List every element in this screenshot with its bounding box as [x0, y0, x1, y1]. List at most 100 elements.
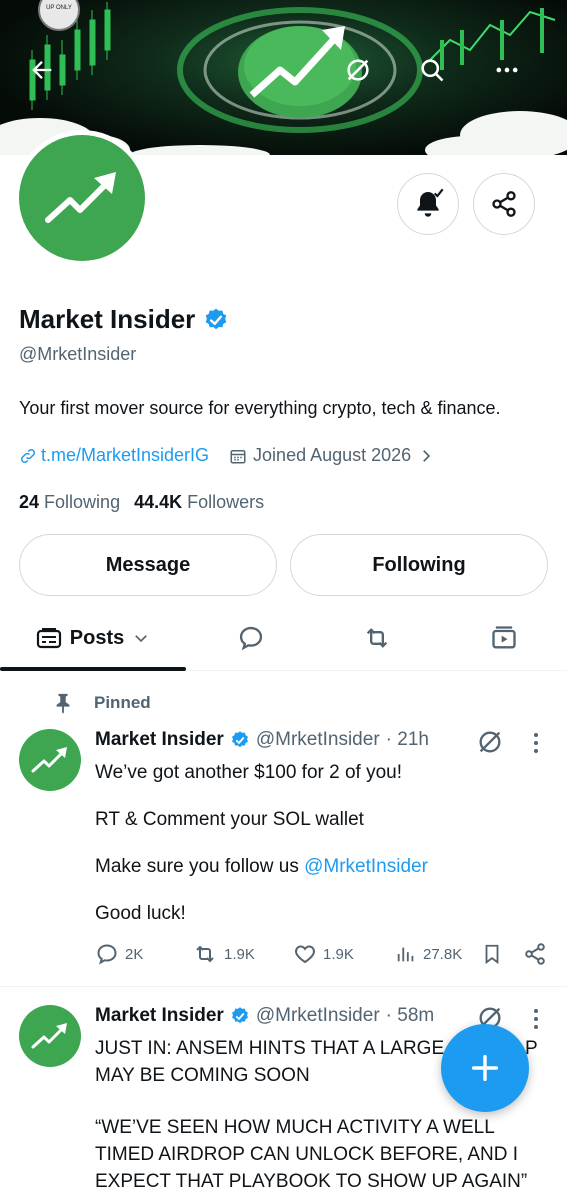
reply-count: 2K: [125, 945, 144, 963]
analytics-bars-icon: [397, 947, 414, 962]
banner-badge-text: UP ONLY: [46, 5, 72, 11]
following-label: Following: [44, 492, 121, 512]
views-button[interactable]: 27.8K: [395, 942, 462, 966]
more-vertical-icon: [534, 1009, 538, 1029]
display-name-text: Market Insider: [19, 304, 196, 334]
tweet-actions: 2K 1.9K 1.9K 27.8K: [95, 942, 555, 970]
pinned-label: Pinned: [94, 693, 151, 712]
back-arrow-icon: [32, 61, 52, 79]
verified-badge-icon[interactable]: [203, 307, 229, 333]
more-vertical-icon: [534, 733, 538, 753]
tweet-more-button[interactable]: [526, 1006, 546, 1037]
tab-media[interactable]: [469, 605, 539, 671]
repost-button[interactable]: 1.9K: [192, 942, 255, 966]
joined-date-text: Joined August 2026: [253, 445, 412, 465]
bookmark-icon: [485, 944, 499, 965]
profile-link[interactable]: t.me/MarketInsiderIG: [19, 445, 209, 466]
trend-up-arrow-icon: [45, 172, 116, 223]
active-tab-indicator: [0, 667, 186, 671]
following-count: 24: [19, 492, 40, 512]
tweet-text-segment: Make sure you follow us: [95, 856, 305, 877]
tweet-author-name[interactable]: Market Insider: [95, 1005, 224, 1027]
tweet-time: · 58m: [385, 1005, 435, 1026]
tweet-header: Market Insider @MrketInsider · 58m: [95, 1005, 434, 1027]
profile-avatar[interactable]: [14, 130, 150, 266]
plus-icon: [471, 1054, 499, 1082]
heart-icon: [295, 945, 315, 964]
reply-button[interactable]: 2K: [95, 942, 143, 966]
following-button[interactable]: Following: [290, 534, 548, 596]
tweet-mention-link[interactable]: @MrketInsider: [304, 856, 428, 877]
tweet-header: Market Insider @MrketInsider · 21h: [95, 729, 429, 751]
grok-icon: [347, 59, 369, 81]
link-icon: [20, 448, 36, 463]
followers-label: Followers: [187, 492, 265, 512]
tweet-avatar[interactable]: [19, 729, 81, 791]
search-icon: [421, 59, 444, 82]
profile-link-text[interactable]: t.me/MarketInsiderIG: [41, 445, 209, 466]
chevron-right-icon: [423, 449, 431, 462]
tweet-text-line: TIMED AIRDROP CAN UNLOCK BEFORE, AND I: [95, 1144, 519, 1165]
chevron-down-icon: [135, 635, 148, 643]
share-button[interactable]: [523, 942, 547, 966]
joined-date[interactable]: Joined August 2026: [229, 445, 435, 466]
share-icon: [525, 943, 545, 965]
repost-icon: [366, 628, 388, 648]
share-icon: [492, 191, 516, 217]
back-button[interactable]: [28, 56, 72, 100]
profile-bio: Your first mover source for everything c…: [19, 398, 501, 418]
more-horizontal-icon: [496, 67, 518, 73]
like-button[interactable]: 1.9K: [293, 942, 354, 966]
bell-check-icon: [417, 188, 444, 217]
tweet-avatar[interactable]: [19, 1005, 81, 1067]
posts-feed-icon: [36, 628, 61, 649]
following-stat[interactable]: 24 Following: [19, 492, 120, 513]
tweet-author-handle: @MrketInsider: [255, 729, 380, 750]
calendar-icon: [230, 449, 246, 463]
tweet-text-line: We’ve got another $100 for 2 of you!: [95, 762, 403, 783]
video-media-icon: [492, 626, 516, 649]
tweet-text-line: EXPECT THAT PLAYBOOK TO SHOW UP AGAIN”: [95, 1171, 528, 1192]
reply-bubble-icon: [239, 626, 263, 651]
follow-stats: 24 Following 44.4K Followers: [19, 492, 264, 513]
message-button[interactable]: Message: [19, 534, 277, 596]
tab-replies[interactable]: [216, 605, 286, 671]
tweet-text-line: Good luck!: [95, 903, 186, 924]
trend-up-arrow-icon: [31, 747, 67, 773]
views-count: 27.8K: [423, 945, 463, 963]
share-profile-button[interactable]: [473, 173, 535, 235]
bookmark-button[interactable]: [481, 942, 503, 966]
verified-badge-icon: [231, 1007, 248, 1024]
notifications-button[interactable]: [397, 173, 459, 235]
reply-icon: [97, 944, 117, 965]
profile-handle: @MrketInsider: [19, 344, 137, 364]
tab-posts[interactable]: Posts: [0, 605, 186, 671]
grok-button[interactable]: [344, 56, 388, 100]
verified-badge-icon: [231, 731, 248, 748]
compose-button[interactable]: [441, 1024, 529, 1112]
followers-stat[interactable]: 44.4K Followers: [134, 492, 264, 513]
tweet-author-name[interactable]: Market Insider: [95, 729, 224, 751]
like-count: 1.9K: [323, 945, 354, 963]
more-button[interactable]: [493, 56, 537, 100]
tweet-time: · 21h: [385, 729, 429, 750]
tweet-more-button[interactable]: [526, 730, 546, 761]
trend-up-arrow-icon: [31, 1023, 67, 1049]
search-button[interactable]: [418, 56, 462, 100]
tab-reposts[interactable]: [342, 605, 412, 671]
pin-icon: [56, 693, 70, 714]
tweet-text-line: “WE’VE SEEN HOW MUCH ACTIVITY A WELL: [95, 1117, 495, 1138]
grok-icon: [479, 731, 501, 753]
tab-posts-label: Posts: [69, 626, 125, 649]
followers-count: 44.4K: [134, 492, 183, 512]
grok-tweet-button[interactable]: [476, 728, 504, 761]
repost-icon: [196, 945, 214, 963]
profile-tabs: Posts: [0, 605, 567, 671]
profile-display-name: Market Insider: [19, 304, 229, 335]
pinned-indicator: Pinned: [52, 692, 151, 714]
tweet-author-handle: @MrketInsider: [255, 1005, 380, 1026]
repost-count: 1.9K: [224, 945, 255, 963]
profile-meta: t.me/MarketInsiderIG Joined August 2026: [19, 445, 435, 466]
tweet-text-line: RT & Comment your SOL wallet: [95, 809, 364, 830]
tweet-divider: [0, 986, 567, 987]
